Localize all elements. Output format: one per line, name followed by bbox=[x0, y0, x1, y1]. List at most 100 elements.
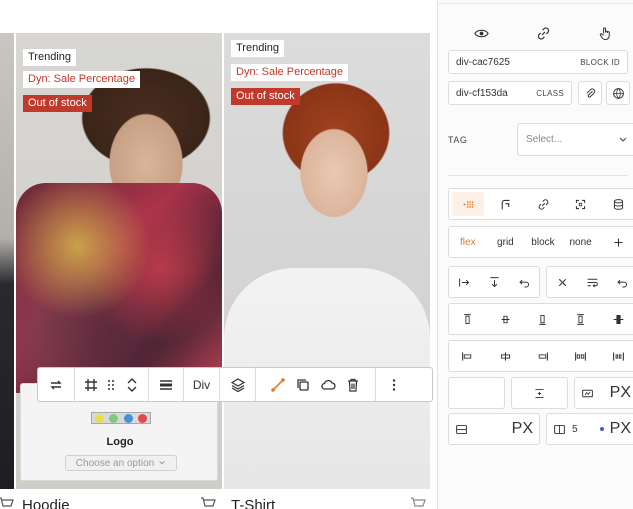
swatch-green[interactable] bbox=[109, 413, 119, 423]
loop-button[interactable] bbox=[38, 368, 75, 401]
justify-between-button[interactable] bbox=[562, 341, 600, 371]
display-option-none[interactable]: none bbox=[562, 227, 600, 257]
tab-border[interactable] bbox=[487, 189, 525, 219]
style-tabs bbox=[448, 188, 633, 220]
columns-unit: PX bbox=[609, 420, 631, 437]
flex-direction-group bbox=[448, 266, 540, 298]
interaction-button[interactable] bbox=[595, 23, 615, 43]
layout-dots-icon bbox=[462, 200, 473, 208]
justify-content-group bbox=[448, 340, 633, 372]
wrap-text-icon bbox=[587, 278, 598, 287]
tag-select[interactable]: Select... bbox=[517, 123, 633, 156]
align-top-icon bbox=[464, 313, 472, 324]
undo-arrow-icon bbox=[518, 279, 529, 287]
justify-end-button[interactable] bbox=[524, 341, 562, 371]
block-id-field[interactable]: div-cac7625 BLOCK ID bbox=[448, 50, 628, 74]
align-start-button[interactable] bbox=[449, 304, 487, 334]
layers-button[interactable] bbox=[220, 368, 256, 401]
direction-reverse-button[interactable] bbox=[509, 267, 539, 297]
align-bottom-icon bbox=[539, 314, 547, 325]
align-center-button[interactable] bbox=[487, 304, 525, 334]
direction-column-button[interactable] bbox=[479, 267, 509, 297]
align-end-button[interactable] bbox=[524, 304, 562, 334]
align-baseline-button[interactable] bbox=[599, 304, 633, 334]
more-button[interactable] bbox=[376, 368, 412, 401]
action-group bbox=[256, 368, 376, 401]
resize-icon bbox=[576, 199, 586, 209]
row-gap-field[interactable] bbox=[511, 377, 568, 409]
chevron-down-icon bbox=[619, 137, 627, 142]
justify-center-button[interactable] bbox=[487, 341, 525, 371]
visibility-button[interactable] bbox=[471, 23, 491, 43]
tab-data[interactable] bbox=[600, 189, 633, 219]
out-of-stock-badge[interactable]: Out of stock bbox=[23, 95, 92, 112]
option-select-placeholder: Choose an option bbox=[75, 457, 155, 469]
cart-icon[interactable] bbox=[200, 497, 216, 509]
swatch-yellow[interactable] bbox=[94, 413, 104, 423]
database-icon bbox=[613, 198, 623, 210]
swatch-blue[interactable] bbox=[123, 413, 133, 423]
design-canvas[interactable]: Trending Dyn: Sale Percentage Out of sto… bbox=[0, 0, 437, 509]
product-image-partial bbox=[0, 33, 14, 489]
trending-badge[interactable]: Trending bbox=[23, 49, 77, 66]
align-middle-icon bbox=[501, 315, 510, 323]
out-of-stock-badge[interactable]: Out of stock bbox=[231, 88, 300, 105]
box-icon bbox=[456, 424, 467, 434]
display-option-flex[interactable]: flex bbox=[449, 227, 487, 257]
columns-icon bbox=[554, 424, 565, 434]
layers-icon bbox=[230, 377, 245, 392]
drag-handle-icon[interactable] bbox=[103, 377, 119, 393]
direction-row-button[interactable] bbox=[449, 267, 479, 297]
pointer-hand-icon bbox=[599, 26, 610, 40]
attach-button[interactable] bbox=[578, 81, 602, 105]
swatch-red[interactable] bbox=[138, 413, 148, 423]
gap-placeholder-box[interactable] bbox=[448, 377, 505, 409]
tab-link[interactable] bbox=[525, 189, 563, 219]
grid-hash-icon[interactable] bbox=[83, 377, 99, 393]
element-toolbar: Div bbox=[37, 367, 433, 402]
justify-start-button[interactable] bbox=[449, 341, 487, 371]
loop-icon bbox=[50, 380, 62, 389]
sale-percentage-badge[interactable]: Dyn: Sale Percentage bbox=[231, 64, 349, 81]
global-button[interactable] bbox=[606, 81, 630, 105]
add-display-button[interactable] bbox=[599, 227, 633, 257]
product-name-hoodie[interactable]: Hoodie bbox=[22, 497, 70, 509]
nowrap-button[interactable] bbox=[547, 267, 577, 297]
column-gap-icon bbox=[582, 389, 593, 397]
column-gap-field[interactable]: PX bbox=[574, 377, 633, 409]
display-option-grid[interactable]: grid bbox=[487, 227, 525, 257]
corner-icon bbox=[501, 199, 510, 209]
wrap-reverse-button[interactable] bbox=[607, 267, 633, 297]
columns-field[interactable]: 5 PX bbox=[546, 413, 633, 445]
align-button[interactable] bbox=[149, 368, 184, 401]
connector-icon[interactable] bbox=[270, 377, 286, 393]
close-icon bbox=[558, 278, 566, 286]
justify-around-button[interactable] bbox=[599, 341, 633, 371]
display-option-block[interactable]: block bbox=[524, 227, 562, 257]
justify-start-icon bbox=[462, 351, 472, 361]
panel-top-divider bbox=[438, 0, 633, 4]
chevron-updown-icon[interactable] bbox=[124, 377, 140, 393]
duplicate-icon[interactable] bbox=[295, 377, 311, 393]
class-field[interactable]: div-cf153da CLASS bbox=[448, 81, 572, 105]
product-name-tshirt[interactable]: T-Shirt bbox=[231, 497, 275, 509]
height-field[interactable]: PX bbox=[448, 413, 540, 445]
wrap-button[interactable] bbox=[577, 267, 607, 297]
row-gap-icon bbox=[535, 388, 544, 398]
link-button[interactable] bbox=[533, 23, 553, 43]
trending-badge[interactable]: Trending bbox=[231, 40, 285, 57]
cart-icon[interactable] bbox=[0, 497, 14, 509]
chevron-down-icon bbox=[159, 461, 165, 465]
globe-icon bbox=[612, 87, 624, 99]
align-stretch-button[interactable] bbox=[562, 304, 600, 334]
cloud-icon[interactable] bbox=[320, 377, 336, 393]
tab-layout[interactable] bbox=[452, 192, 484, 216]
binding-dot bbox=[599, 427, 604, 431]
eye-icon bbox=[473, 29, 489, 37]
element-type-label[interactable]: Div bbox=[184, 368, 220, 401]
cart-icon[interactable] bbox=[410, 497, 426, 509]
option-select[interactable]: Choose an option bbox=[65, 455, 177, 471]
tab-size[interactable] bbox=[562, 189, 600, 219]
trash-icon[interactable] bbox=[345, 377, 361, 393]
sale-percentage-badge[interactable]: Dyn: Sale Percentage bbox=[23, 71, 141, 88]
